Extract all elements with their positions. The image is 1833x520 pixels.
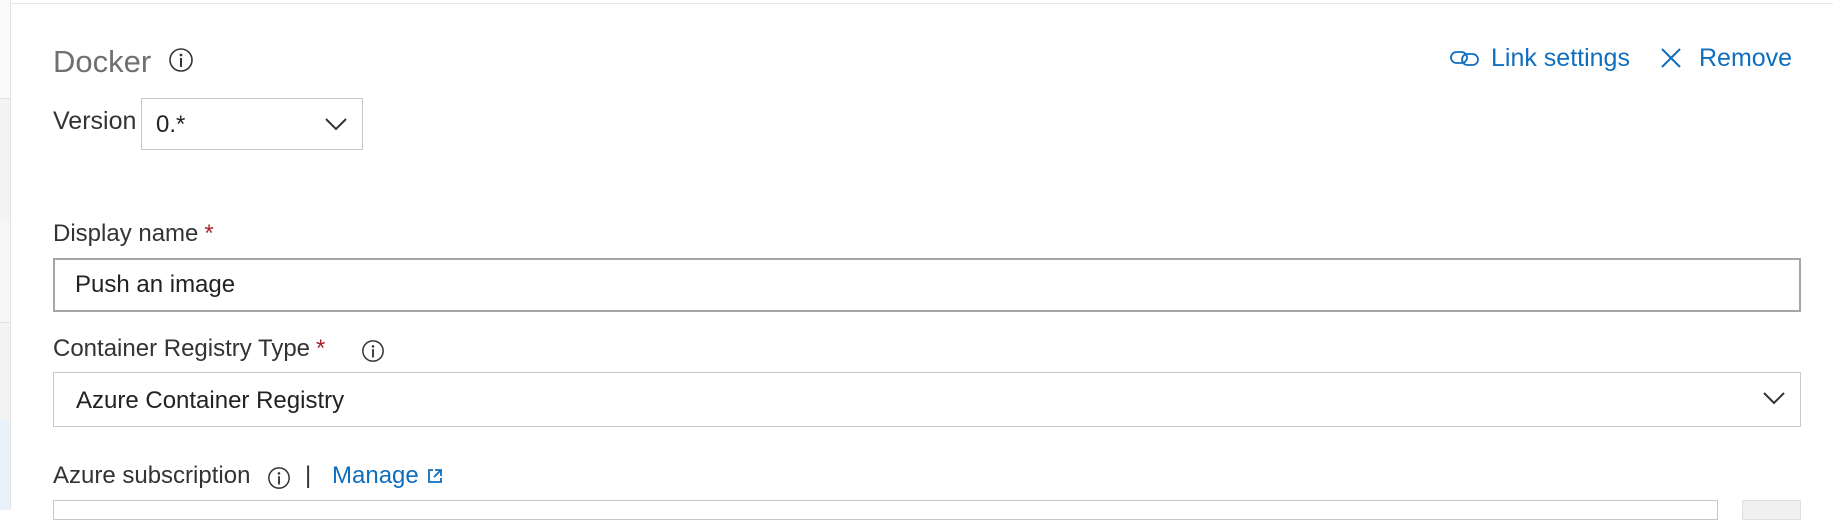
link-icon xyxy=(1450,51,1479,66)
required-marker: * xyxy=(204,220,214,247)
required-marker: * xyxy=(316,335,326,362)
azure-subscription-select[interactable] xyxy=(53,500,1718,520)
link-settings-label: Link settings xyxy=(1491,44,1630,72)
version-value: 0.* xyxy=(156,111,186,138)
left-panel-strip xyxy=(0,0,11,510)
display-name-label: Display name * xyxy=(53,220,214,248)
display-name-input[interactable] xyxy=(53,258,1801,312)
registry-type-value: Azure Container Registry xyxy=(76,387,345,414)
info-icon[interactable] xyxy=(361,339,385,368)
left-panel-selected-segment xyxy=(0,420,10,510)
top-divider xyxy=(10,3,1833,4)
version-label: Version xyxy=(53,107,137,135)
info-icon[interactable] xyxy=(267,466,291,495)
link-settings-button[interactable]: Link settings xyxy=(1449,42,1630,74)
close-icon xyxy=(1661,48,1681,68)
left-panel-segment xyxy=(0,222,10,323)
left-panel-segment xyxy=(0,0,10,99)
registry-type-label-text: Container Registry Type xyxy=(53,335,311,362)
version-select[interactable]: 0.* xyxy=(141,98,363,150)
separator: | xyxy=(305,462,312,489)
remove-label: Remove xyxy=(1699,44,1793,72)
chevron-down-icon xyxy=(1763,392,1785,405)
manage-label: Manage xyxy=(332,462,419,489)
registry-type-dropdown[interactable]: Azure Container Registry xyxy=(53,372,1801,427)
task-title: Docker xyxy=(53,44,152,79)
display-name-label-text: Display name xyxy=(53,220,199,247)
remove-button[interactable]: Remove xyxy=(1659,42,1792,74)
azure-subscription-label: Azure subscription xyxy=(53,462,251,489)
chevron-down-icon xyxy=(325,118,347,131)
info-icon[interactable] xyxy=(168,47,194,78)
manage-link[interactable]: Manage xyxy=(332,462,442,490)
external-link-icon xyxy=(427,469,442,483)
registry-type-label: Container Registry Type * xyxy=(53,335,325,363)
refresh-button[interactable] xyxy=(1742,500,1801,520)
